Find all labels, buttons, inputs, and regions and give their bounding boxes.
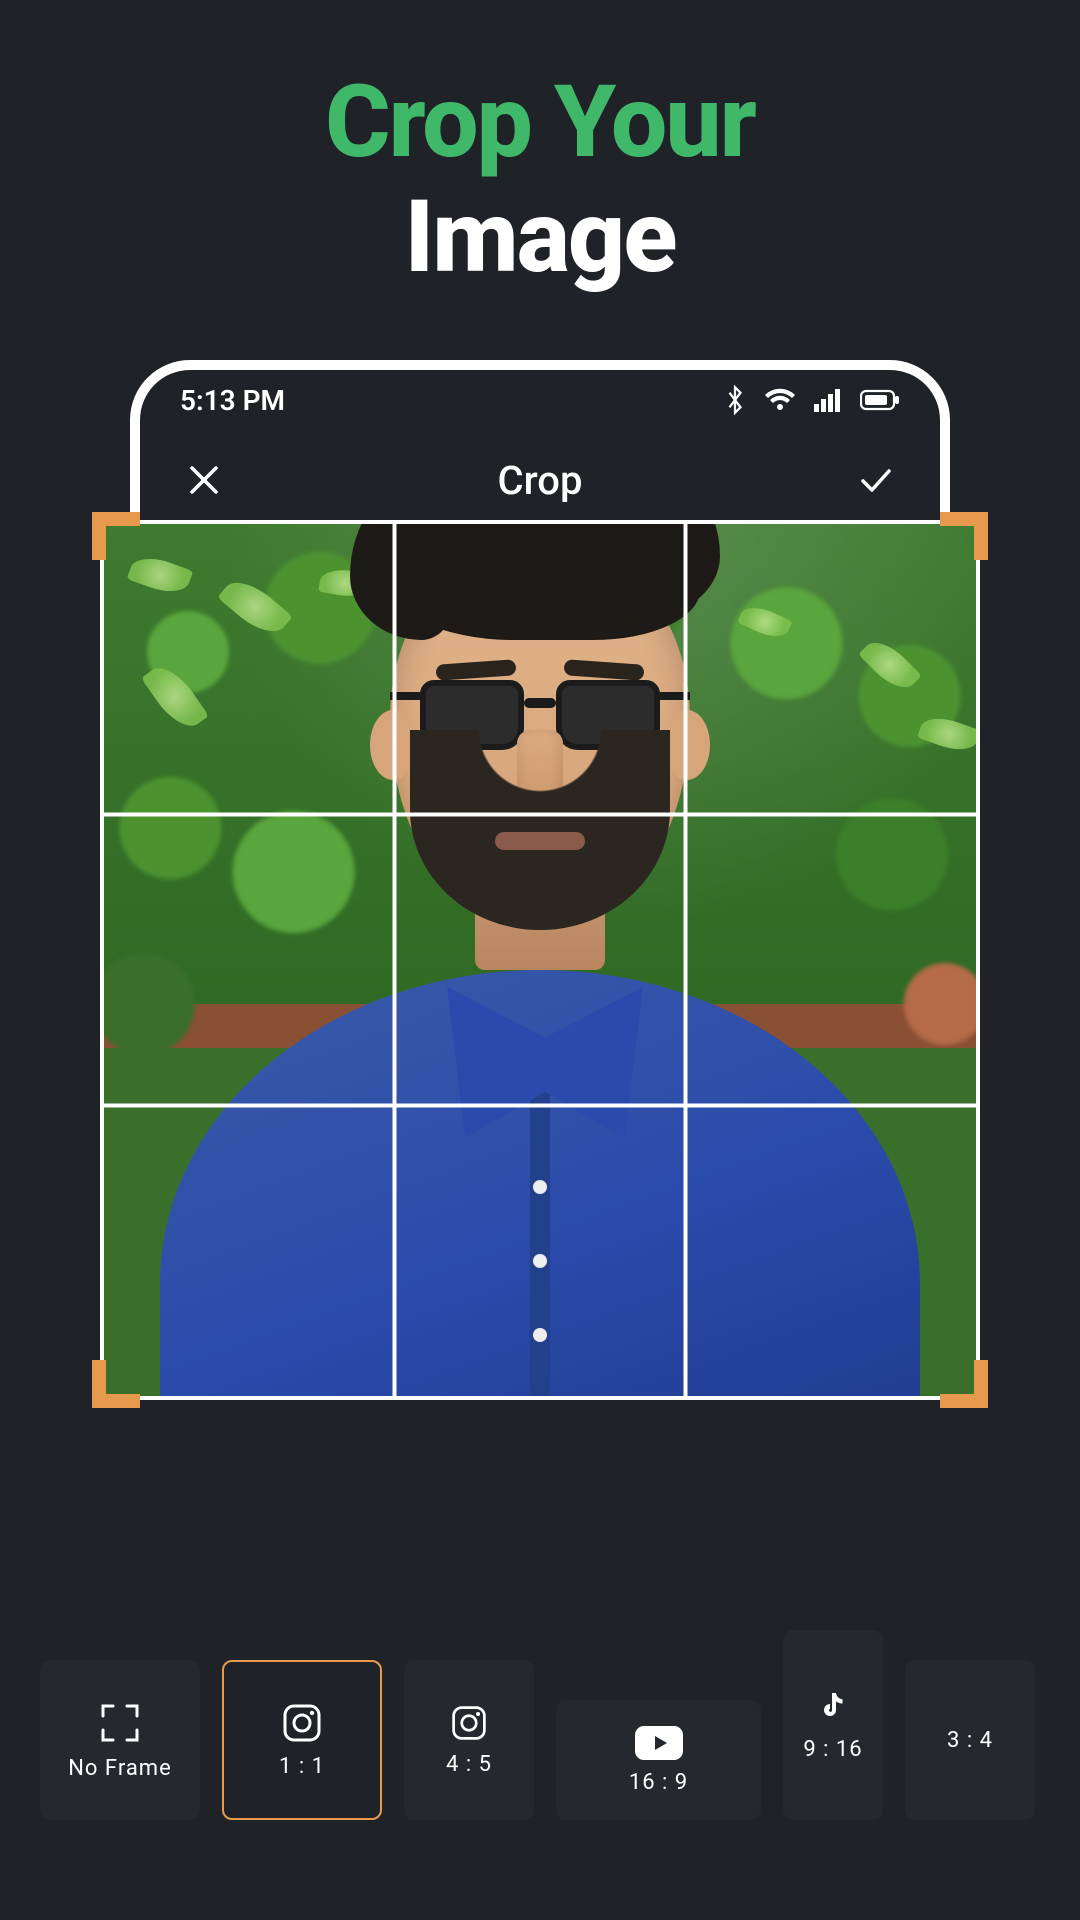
ratio-option-16-9[interactable]: 16 : 9 [556,1700,761,1820]
bluetooth-icon [724,385,746,415]
crop-handle-bottom-right[interactable] [940,1360,988,1408]
cell-signal-icon [814,388,842,412]
youtube-icon [635,1726,683,1760]
tiktok-icon [816,1689,850,1727]
status-time: 5:13 PM [180,384,285,417]
status-bar: 5:13 PM [140,370,940,430]
screen-title: Crop [498,457,583,504]
ratio-label: No Frame [68,1756,172,1781]
ratio-option-no-frame[interactable]: No Frame [40,1660,200,1820]
promo-headline: Crop Your Image [325,70,755,290]
photo-preview [100,520,980,1400]
crop-area[interactable] [100,520,980,1400]
crop-handle-top-right[interactable] [940,512,988,560]
aspect-ratio-strip[interactable]: No Frame 1 : 1 4 : 5 [0,1630,1080,1820]
ratio-label: 9 : 16 [803,1737,862,1762]
crop-handle-bottom-left[interactable] [92,1360,140,1408]
battery-icon [860,389,900,411]
ratio-label: 3 : 4 [947,1728,993,1753]
headline-line-1: Crop Your [325,70,755,175]
close-button[interactable] [174,450,234,510]
ratio-option-4-5[interactable]: 4 : 5 [404,1660,534,1820]
headline-line-2: Image [325,185,755,290]
confirm-button[interactable] [846,450,906,510]
wifi-icon [764,388,796,412]
crop-handle-top-left[interactable] [92,512,140,560]
editor-top-bar: Crop [140,430,940,530]
ratio-option-9-16[interactable]: 9 : 16 [783,1630,883,1820]
ratio-label: 4 : 5 [446,1752,492,1777]
ratio-label: 16 : 9 [629,1770,688,1795]
ratio-label: 1 : 1 [279,1754,325,1779]
ratio-option-1-1[interactable]: 1 : 1 [222,1660,382,1820]
ratio-option-3-4[interactable]: 3 : 4 [905,1660,1035,1820]
fullscreen-icon [97,1700,143,1746]
instagram-icon [450,1704,488,1742]
instagram-icon [281,1702,323,1744]
